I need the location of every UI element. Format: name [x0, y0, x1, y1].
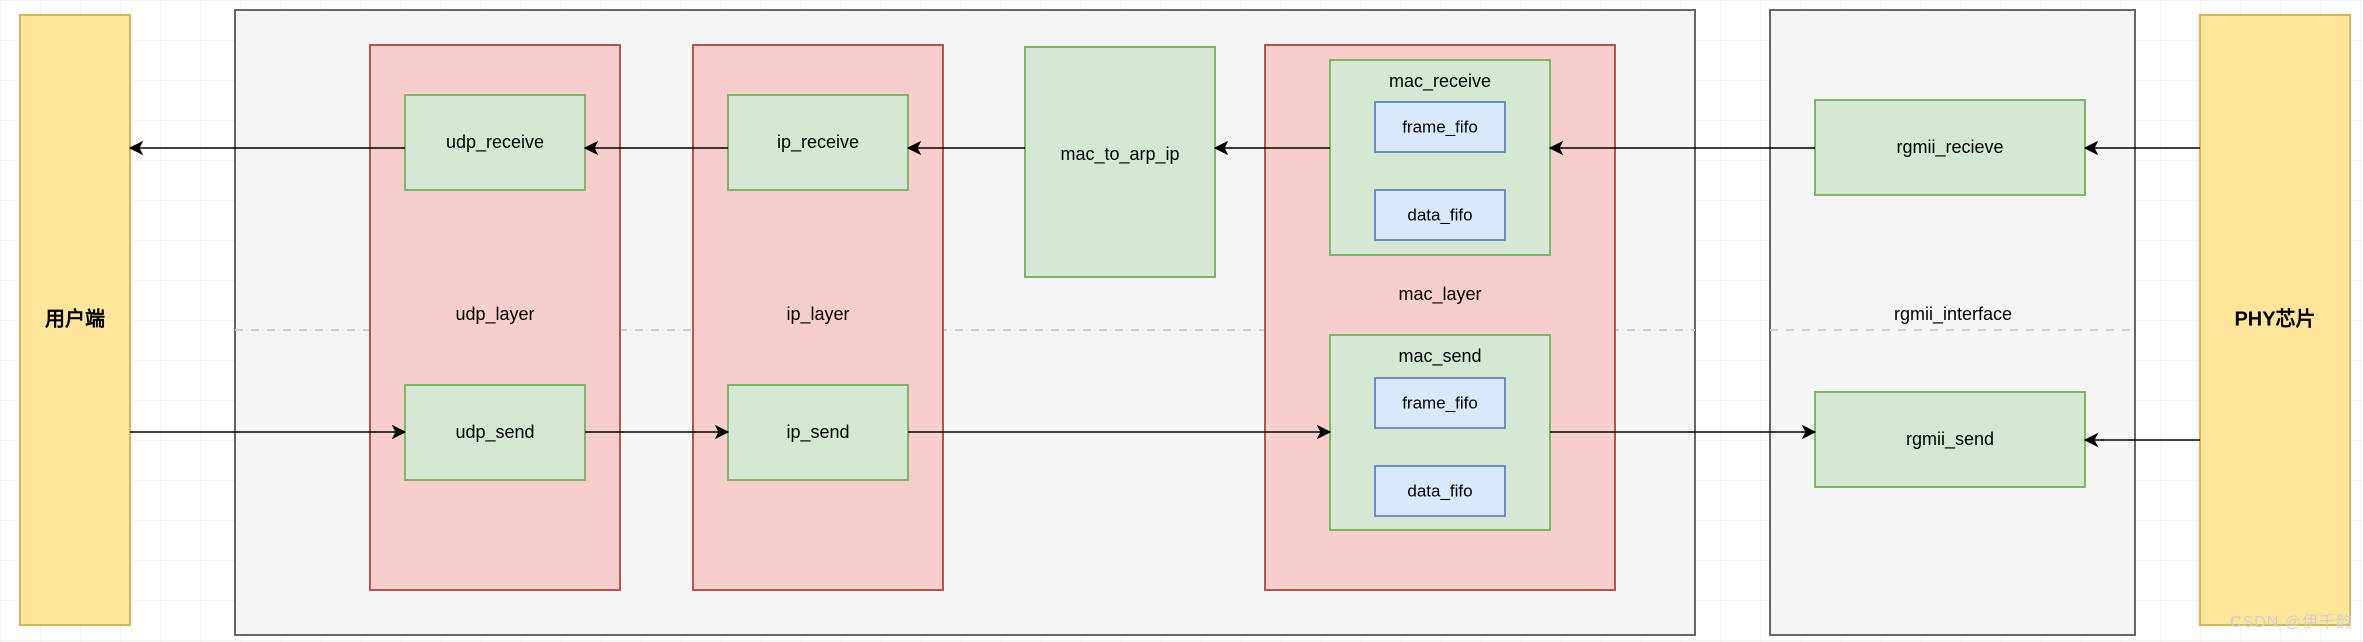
udp-receive-label: udp_receive: [446, 132, 544, 153]
mac-send-data-fifo-label: data_fifo: [1407, 481, 1472, 500]
udp-layer-label: udp_layer: [455, 304, 534, 325]
rgmii-receive-label: rgmii_recieve: [1896, 137, 2003, 158]
client-box: 用户端: [20, 15, 130, 625]
mac-receive-label: mac_receive: [1389, 71, 1491, 92]
mac-send-label: mac_send: [1398, 346, 1481, 367]
mac-send-frame-fifo-label: frame_fifo: [1402, 393, 1478, 412]
network-diagram: 用户端 PHY芯片 rgmii_interface udp_layer udp_…: [0, 0, 2363, 642]
mac-to-arp-ip-label: mac_to_arp_ip: [1060, 144, 1179, 165]
ip-send-label: ip_send: [786, 422, 849, 443]
rgmii-interface-label: rgmii_interface: [1894, 304, 2012, 325]
ip-receive-label: ip_receive: [777, 132, 859, 153]
phy-label: PHY芯片: [2234, 306, 2315, 330]
ip-layer-label: ip_layer: [786, 304, 849, 325]
phy-box: PHY芯片: [2200, 15, 2350, 625]
client-label: 用户端: [45, 306, 105, 330]
rgmii-send-label: rgmii_send: [1906, 429, 1994, 450]
mac-receive-data-fifo-label: data_fifo: [1407, 205, 1472, 224]
mac-layer-label: mac_layer: [1398, 284, 1481, 305]
mac-receive-frame-fifo-label: frame_fifo: [1402, 117, 1478, 136]
udp-send-label: udp_send: [455, 422, 534, 443]
